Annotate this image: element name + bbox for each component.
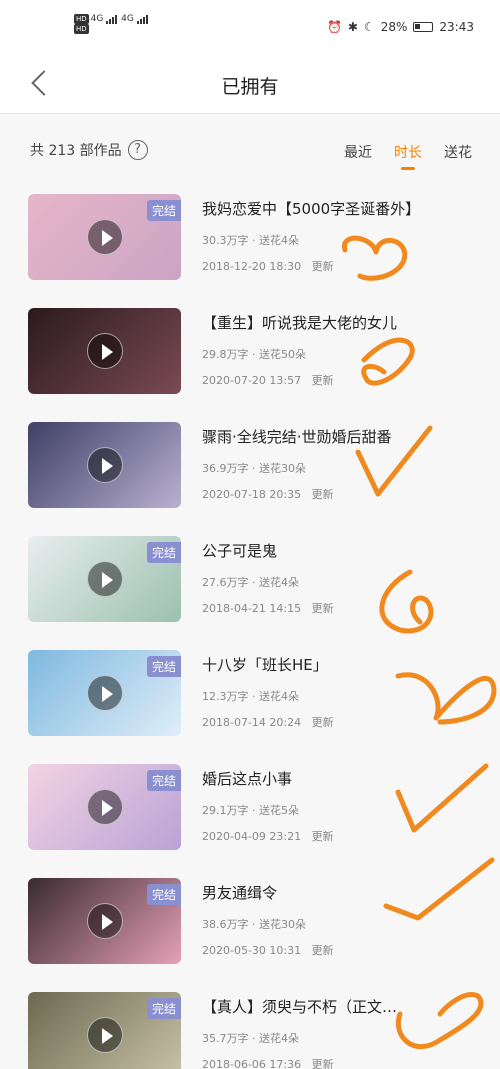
works-count-label: 共 213 部作品 (30, 143, 122, 159)
work-item[interactable]: 骤雨·全线完结·世勋婚后甜番 36.9万字 · 送花30朵 2020-07-18… (0, 422, 500, 536)
work-title: 骤雨·全线完结·世勋婚后甜番 (202, 428, 392, 446)
work-cover[interactable]: 完结 (28, 764, 181, 850)
alarm-icon: ⏰ (326, 20, 342, 34)
work-cover[interactable]: 完结 (28, 650, 181, 736)
hd-badge-2: HD (74, 24, 89, 34)
work-meta: 29.1万字 · 送花5朵 (202, 804, 299, 817)
page-title: 已拥有 (221, 76, 279, 98)
sort-flowers[interactable]: 送花 (444, 142, 472, 162)
work-date-value: 2018-12-20 18:30 (202, 260, 302, 273)
work-update-label: 更新 (311, 602, 334, 615)
work-item[interactable]: 完结 公子可是鬼 27.6万字 · 送花4朵 2018-04-21 14:15 … (0, 536, 500, 650)
work-cover[interactable]: 完结 (28, 992, 181, 1069)
play-icon[interactable] (86, 333, 123, 369)
work-title: 十八岁「班长HE」 (202, 656, 328, 674)
play-icon[interactable] (86, 447, 123, 483)
work-update-label: 更新 (311, 374, 334, 387)
work-cover[interactable] (28, 308, 181, 394)
work-date-value: 2020-07-18 20:35 (202, 488, 302, 501)
network-indicators: HD 4G 4G HD (74, 14, 149, 34)
work-cover[interactable] (28, 422, 181, 508)
work-date: 2020-07-18 20:35 更新 (202, 486, 334, 502)
work-meta: 36.9万字 · 送花30朵 (202, 462, 306, 475)
play-icon[interactable] (86, 789, 123, 825)
work-update-label: 更新 (311, 830, 334, 843)
work-date: 2018-07-14 20:24 更新 (202, 714, 334, 730)
work-meta: 38.6万字 · 送花30朵 (202, 918, 306, 931)
work-date-value: 2020-07-20 13:57 (202, 374, 302, 387)
work-date-value: 2018-04-21 14:15 (202, 602, 302, 615)
work-title: 我妈恋爱中【5000字圣诞番外】 (202, 200, 421, 218)
work-update-label: 更新 (311, 260, 334, 273)
work-item[interactable]: 【重生】听说我是大佬的女儿 29.8万字 · 送花50朵 2020-07-20 … (0, 308, 500, 422)
work-meta: 12.3万字 · 送花4朵 (202, 690, 299, 703)
sort-tabs: 最近 时长 送花 (344, 142, 472, 170)
work-date: 2020-07-20 13:57 更新 (202, 372, 334, 388)
network-2-label: 4G (121, 14, 134, 24)
work-date: 2018-06-06 17:36 更新 (202, 1056, 334, 1069)
work-date-value: 2020-04-09 23:21 (202, 830, 302, 843)
work-title: 公子可是鬼 (202, 542, 278, 560)
play-icon[interactable] (86, 675, 123, 711)
work-item[interactable]: 完结 【真人】须臾与不朽（正文… 35.7万字 · 送花4朵 2018-06-0… (0, 992, 500, 1069)
sort-duration[interactable]: 时长 (394, 142, 422, 170)
work-title: 【重生】听说我是大佬的女儿 (202, 314, 398, 332)
completed-badge: 完结 (146, 884, 181, 905)
work-cover[interactable]: 完结 (28, 878, 181, 964)
completed-badge: 完结 (146, 998, 181, 1019)
work-date-value: 2020-05-30 10:31 (202, 944, 302, 957)
work-item[interactable]: 完结 十八岁「班长HE」 12.3万字 · 送花4朵 2018-07-14 20… (0, 650, 500, 764)
work-item[interactable]: 完结 我妈恋爱中【5000字圣诞番外】 30.3万字 · 送花4朵 2018-1… (0, 194, 500, 308)
work-item[interactable]: 完结 婚后这点小事 29.1万字 · 送花5朵 2020-04-09 23:21… (0, 764, 500, 878)
work-meta: 27.6万字 · 送花4朵 (202, 576, 299, 589)
battery-percent: 28% (380, 20, 408, 34)
work-title: 男友通缉令 (202, 884, 278, 902)
completed-badge: 完结 (146, 656, 181, 677)
sort-recent[interactable]: 最近 (344, 142, 372, 162)
work-update-label: 更新 (311, 1058, 334, 1069)
work-meta: 30.3万字 · 送花4朵 (202, 234, 299, 247)
signal-icon (106, 14, 118, 24)
work-date: 2018-12-20 18:30 更新 (202, 258, 334, 274)
hd-badge-1: HD (74, 14, 89, 24)
help-icon[interactable]: ? (127, 140, 148, 160)
completed-badge: 完结 (146, 542, 181, 563)
signal-icon-2 (136, 14, 149, 24)
play-icon[interactable] (86, 903, 123, 939)
work-cover[interactable]: 完结 (28, 194, 181, 280)
work-update-label: 更新 (311, 488, 334, 501)
battery-icon (413, 22, 434, 32)
work-date-value: 2018-06-06 17:36 (202, 1058, 302, 1069)
work-title: 【真人】须臾与不朽（正文… (202, 998, 398, 1016)
completed-badge: 完结 (146, 200, 181, 221)
works-count: 共 213 部作品 ? (30, 140, 148, 160)
work-date-value: 2018-07-14 20:24 (202, 716, 302, 729)
work-item[interactable]: 完结 男友通缉令 38.6万字 · 送花30朵 2020-05-30 10:31… (0, 878, 500, 992)
filter-bar: 共 213 部作品 ? 最近 时长 送花 (0, 114, 500, 178)
status-right: ⏰ ✱ ☾ 28% 23:43 (327, 20, 474, 34)
play-icon[interactable] (86, 561, 123, 597)
nav-bar: 已拥有 (0, 56, 500, 114)
bluetooth-icon: ✱ (347, 20, 358, 34)
network-1-label: 4G (90, 14, 104, 24)
work-meta: 35.7万字 · 送花4朵 (202, 1032, 299, 1045)
clock: 23:43 (439, 20, 474, 34)
work-date: 2020-04-09 23:21 更新 (202, 828, 334, 844)
work-date: 2018-04-21 14:15 更新 (202, 600, 334, 616)
moon-icon: ☾ (363, 20, 375, 34)
work-meta: 29.8万字 · 送花50朵 (202, 348, 306, 361)
work-update-label: 更新 (311, 944, 334, 957)
work-update-label: 更新 (311, 716, 334, 729)
completed-badge: 完结 (146, 770, 181, 791)
play-icon[interactable] (86, 1017, 123, 1053)
play-icon[interactable] (86, 219, 123, 255)
work-date: 2020-05-30 10:31 更新 (202, 942, 334, 958)
status-bar: HD 4G 4G HD ⏰ ✱ ☾ 28% 23:43 (0, 0, 500, 56)
work-title: 婚后这点小事 (202, 770, 293, 788)
work-cover[interactable]: 完结 (28, 536, 181, 622)
